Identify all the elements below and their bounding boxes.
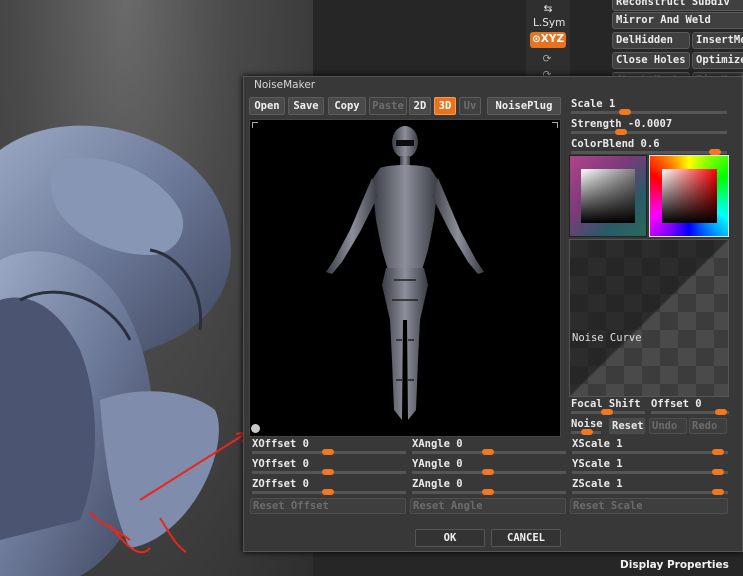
yangle-label: YAngle 0 — [412, 458, 463, 470]
slider-knob[interactable] — [482, 449, 494, 455]
noiseplug-button[interactable]: NoisePlug — [487, 97, 561, 115]
color-picker-secondary[interactable] — [569, 155, 647, 237]
mirror-and-weld-button[interactable]: Mirror And Weld — [612, 12, 743, 29]
paste-button[interactable]: Paste — [369, 97, 407, 115]
xscale-label: XScale 1 — [572, 438, 623, 450]
reset-scale-button[interactable]: Reset Scale — [570, 498, 728, 514]
xangle-label: XAngle 0 — [412, 438, 463, 450]
noisemaker-dialog: NoiseMaker Open Save Copy Paste 2D 3D Uv… — [243, 76, 743, 552]
reset-angle-button[interactable]: Reset Angle — [410, 498, 566, 514]
save-button[interactable]: Save — [288, 97, 324, 115]
offset-slider[interactable] — [651, 409, 729, 415]
slider-knob[interactable] — [322, 449, 334, 455]
mode-2d-button[interactable]: 2D — [409, 97, 431, 115]
focal-shift-slider[interactable] — [571, 409, 645, 415]
zoffset-slider[interactable] — [252, 489, 406, 495]
zscale-slider[interactable] — [572, 489, 728, 495]
xoffset-slider[interactable] — [252, 449, 406, 455]
noise-curve-label: Noise Curve — [572, 332, 642, 344]
slider-knob[interactable] — [322, 489, 334, 495]
slider-knob[interactable] — [712, 489, 724, 495]
figure-preview-model — [326, 126, 484, 420]
zoffset-label: ZOffset 0 — [252, 478, 309, 490]
slider-knob[interactable] — [482, 489, 494, 495]
slider-knob[interactable] — [619, 109, 631, 115]
yangle-slider[interactable] — [412, 469, 566, 475]
color-swatch[interactable] — [581, 169, 635, 223]
undo-button[interactable]: Undo — [649, 418, 687, 434]
offset-label: Offset 0 — [651, 398, 702, 410]
scale-slider[interactable] — [571, 109, 727, 115]
yoffset-label: YOffset 0 — [252, 458, 309, 470]
insertmesh-button[interactable]: InsertMe — [692, 32, 743, 49]
copy-button[interactable]: Copy — [328, 97, 366, 115]
uv-button[interactable]: Uv — [459, 97, 481, 115]
color-picker-primary[interactable] — [649, 155, 729, 237]
xyz-symmetry-button[interactable]: ⊙XYZ — [530, 32, 566, 48]
close-holes-button[interactable]: Close Holes — [612, 52, 690, 69]
slider-knob[interactable] — [712, 469, 724, 475]
slider-knob[interactable] — [615, 129, 627, 135]
noise-preview[interactable] — [249, 119, 561, 437]
zangle-label: ZAngle 0 — [412, 478, 463, 490]
preview-handle-dot[interactable] — [251, 424, 260, 433]
rotate-icon[interactable]: ⟳ — [539, 52, 555, 66]
colorblend-label: ColorBlend 0.6 — [571, 138, 660, 150]
dialog-title: NoiseMaker — [254, 79, 316, 91]
slider-knob[interactable] — [581, 429, 593, 435]
yscale-slider[interactable] — [572, 469, 728, 475]
strength-slider[interactable] — [571, 129, 727, 135]
slider-knob[interactable] — [482, 469, 494, 475]
corner-marker — [252, 122, 258, 128]
reset-curve-button[interactable]: Reset — [609, 418, 645, 434]
yscale-label: YScale 1 — [572, 458, 623, 470]
color-swatch[interactable] — [662, 169, 717, 223]
slider-knob[interactable] — [322, 469, 334, 475]
slider-knob[interactable] — [601, 409, 613, 415]
xoffset-label: XOffset 0 — [252, 438, 309, 450]
reconstruct-subdiv-button[interactable]: Reconstruct Subdiv — [612, 0, 743, 11]
zscale-label: ZScale 1 — [572, 478, 623, 490]
scale-label: Scale 1 — [571, 98, 616, 110]
yoffset-slider[interactable] — [252, 469, 406, 475]
slider-knob[interactable] — [712, 449, 724, 455]
open-button[interactable]: Open — [249, 97, 285, 115]
curve-shade — [570, 240, 728, 396]
noise-slider[interactable] — [571, 429, 601, 435]
corner-marker — [552, 122, 558, 128]
cancel-button[interactable]: CANCEL — [491, 529, 561, 547]
colorblend-slider[interactable] — [571, 149, 727, 155]
mode-3d-button[interactable]: 3D — [434, 97, 456, 115]
display-properties-label[interactable]: Display Properties — [620, 559, 729, 571]
delhidden-button[interactable]: DelHidden — [612, 32, 690, 49]
redo-button[interactable]: Redo — [689, 418, 727, 434]
xangle-slider[interactable] — [412, 449, 566, 455]
slider-knob[interactable] — [715, 409, 727, 415]
reset-offset-button[interactable]: Reset Offset — [250, 498, 406, 514]
lsym-icon: ⇆ — [543, 3, 553, 15]
ok-button[interactable]: OK — [415, 529, 485, 547]
noise-curve-editor[interactable]: Noise Curve — [569, 239, 729, 397]
lsym-button[interactable]: ⇆ L.Sym — [533, 2, 565, 30]
optimize-button[interactable]: Optimize — [692, 52, 743, 69]
zangle-slider[interactable] — [412, 489, 566, 495]
xscale-slider[interactable] — [572, 449, 728, 455]
xyz-icon: ⊙ — [531, 33, 541, 45]
